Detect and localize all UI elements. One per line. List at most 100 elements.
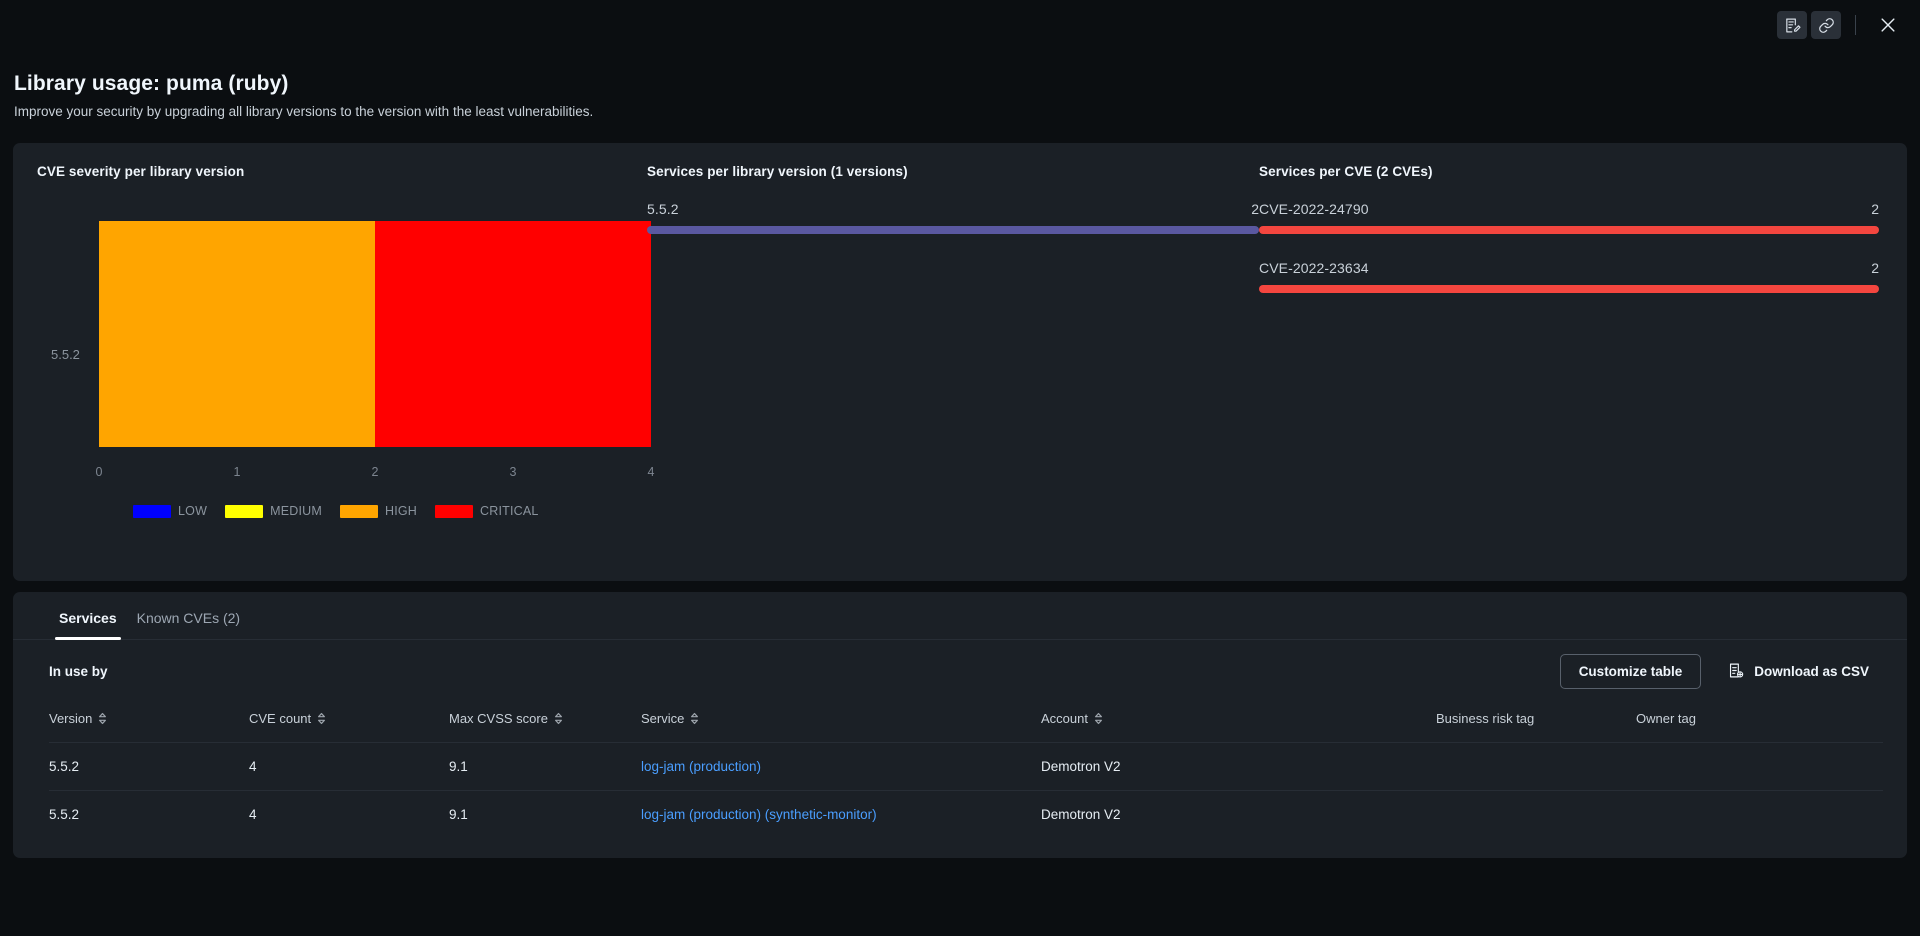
column-header-label: CVE count [249,711,312,726]
column-header-owner-tag: Owner tag [1636,703,1883,743]
legend-swatch-high [339,504,378,518]
cve-bar-fill [1259,226,1879,234]
table-body: 5.5.2 4 9.1 log-jam (production) Demotron V2… [49,742,1883,839]
legend-swatch-medium [225,504,264,518]
column-header-label: Business risk tag [1436,711,1535,726]
cve-bar-track [1259,285,1879,293]
services-per-version-list: 5.5.2 2 [647,201,1259,234]
sort-arrows-icon[interactable] [317,712,326,725]
severity-segment-critical[interactable] [375,221,651,447]
version-bar-label: 5.5.2 [647,201,679,217]
cve-bar-row[interactable]: CVE-2022-23634 2 [1259,260,1879,293]
tab-services[interactable]: Services [49,610,127,640]
in-use-by-label: In use by [49,664,108,679]
legend-item-low[interactable]: LOW [133,504,207,518]
severity-stacked-bar [99,221,651,447]
severity-segment-high[interactable] [99,221,375,447]
table-header-row: Version CVE count Max CVSS score Service Acc… [49,703,1883,743]
table-row[interactable]: 5.5.2 4 9.1 log-jam (production) (synthetic… [49,791,1883,839]
cve-severity-chart: CVE severity per library version 5.5.2 0… [37,164,654,581]
charts-panel: CVE severity per library version 5.5.2 0… [13,143,1907,581]
legend-item-critical[interactable]: CRITICAL [435,504,539,518]
sort-arrows-icon[interactable] [554,712,563,725]
close-icon[interactable] [1872,9,1904,41]
legend-swatch-critical [435,504,474,518]
column-header-label: Service [641,711,685,726]
cell-account: Demotron V2 [1041,742,1436,791]
sort-arrows-icon[interactable] [98,712,107,725]
services-per-cve-list: CVE-2022-24790 2 CVE-2022-23634 2 [1259,201,1879,293]
services-table: Version CVE count Max CVSS score Service Acc… [49,703,1883,838]
page-subtitle: Improve your security by upgrading all l… [14,104,594,119]
column-header-max-cvss-score[interactable]: Max CVSS score [449,703,641,743]
x-axis-tick: 1 [233,465,241,479]
cve-bar-track [1259,226,1879,234]
version-bar-track [647,226,1259,234]
cell-owner-tag [1636,791,1883,839]
note-edit-icon[interactable] [1777,11,1807,39]
sort-arrows-icon[interactable] [1094,712,1103,725]
services-per-cve-chart: Services per CVE (2 CVEs) CVE-2022-24790… [1259,164,1879,581]
legend-swatch-low [133,504,171,518]
service-link[interactable]: log-jam (production) [641,759,761,774]
legend-label: CRITICAL [480,504,539,518]
tab-bar: Services Known CVEs (2) [13,592,1907,640]
services-per-cve-title: Services per CVE (2 CVEs) [1259,164,1433,179]
severity-category-label: 5.5.2 [51,347,80,362]
column-header-business-risk-tag: Business risk tag [1436,703,1636,743]
column-header-cve-count[interactable]: CVE count [249,703,449,743]
column-header-version[interactable]: Version [49,703,249,743]
page-header: Library usage: puma (ruby) Improve your … [14,72,593,119]
cell-service[interactable]: log-jam (production) (synthetic-monitor) [641,791,1041,839]
cve-bar-fill [1259,285,1879,293]
table-toolbar: In use by Customize table Download as CS… [13,640,1907,695]
cell-cve-count: 4 [249,807,257,822]
table-row[interactable]: 5.5.2 4 9.1 log-jam (production) Demotron V2 [49,742,1883,791]
legend-label: HIGH [384,504,418,518]
x-axis-tick: 0 [95,465,103,479]
service-link[interactable]: log-jam (production) (synthetic-monitor) [641,807,877,822]
column-header-service[interactable]: Service [641,703,1041,743]
cve-bar-label: CVE-2022-23634 [1259,260,1369,276]
severity-plot [99,221,651,447]
legend-label: MEDIUM [270,504,322,518]
severity-legend: LOW MEDIUM HIGH CRITICAL [133,504,551,518]
services-per-version-title: Services per library version (1 versions… [647,164,908,179]
download-csv-button[interactable]: Download as CSV [1727,662,1879,682]
link-icon[interactable] [1811,11,1841,39]
cve-bar-row[interactable]: CVE-2022-24790 2 [1259,201,1879,234]
cell-business-risk-tag [1436,742,1636,791]
cve-bar-value: 2 [1871,201,1879,217]
cve-bar-value: 2 [1871,260,1879,276]
cve-bar-label: CVE-2022-24790 [1259,201,1369,217]
services-per-version-chart: Services per library version (1 versions… [647,164,1259,581]
document-add-icon [1727,662,1744,682]
cell-version: 5.5.2 [49,807,80,822]
column-header-label: Max CVSS score [449,711,548,726]
cve-severity-chart-title: CVE severity per library version [37,164,245,179]
severity-x-axis: 01234 [96,453,655,479]
column-header-label: Account [1041,711,1088,726]
cell-service[interactable]: log-jam (production) [641,742,1041,791]
page-title: Library usage: puma (ruby) [14,72,289,95]
tab-known-cves-2[interactable]: Known CVEs (2) [127,610,250,639]
cell-max-cvss: 9.1 [449,807,468,822]
legend-item-high[interactable]: HIGH [339,504,418,518]
cell-business-risk-tag [1436,791,1636,839]
cell-cve-count: 4 [249,742,449,791]
legend-label: LOW [178,504,208,518]
column-header-label: Version [49,711,93,726]
cell-version: 5.5.2 [49,742,249,791]
cell-owner-tag [1636,742,1883,791]
x-axis-tick: 2 [371,465,379,479]
version-bar-fill [647,226,1259,234]
version-bar-value: 2 [1251,201,1259,217]
legend-item-medium[interactable]: MEDIUM [225,504,322,518]
column-header-account[interactable]: Account [1041,703,1436,743]
customize-table-button[interactable]: Customize table [1559,654,1702,689]
sort-arrows-icon[interactable] [690,712,699,725]
table-panel: Services Known CVEs (2) In use by Customi… [13,592,1907,858]
cell-account: Demotron V2 [1041,807,1121,822]
version-bar-row[interactable]: 5.5.2 2 [647,201,1259,234]
cell-max-cvss: 9.1 [449,742,641,791]
